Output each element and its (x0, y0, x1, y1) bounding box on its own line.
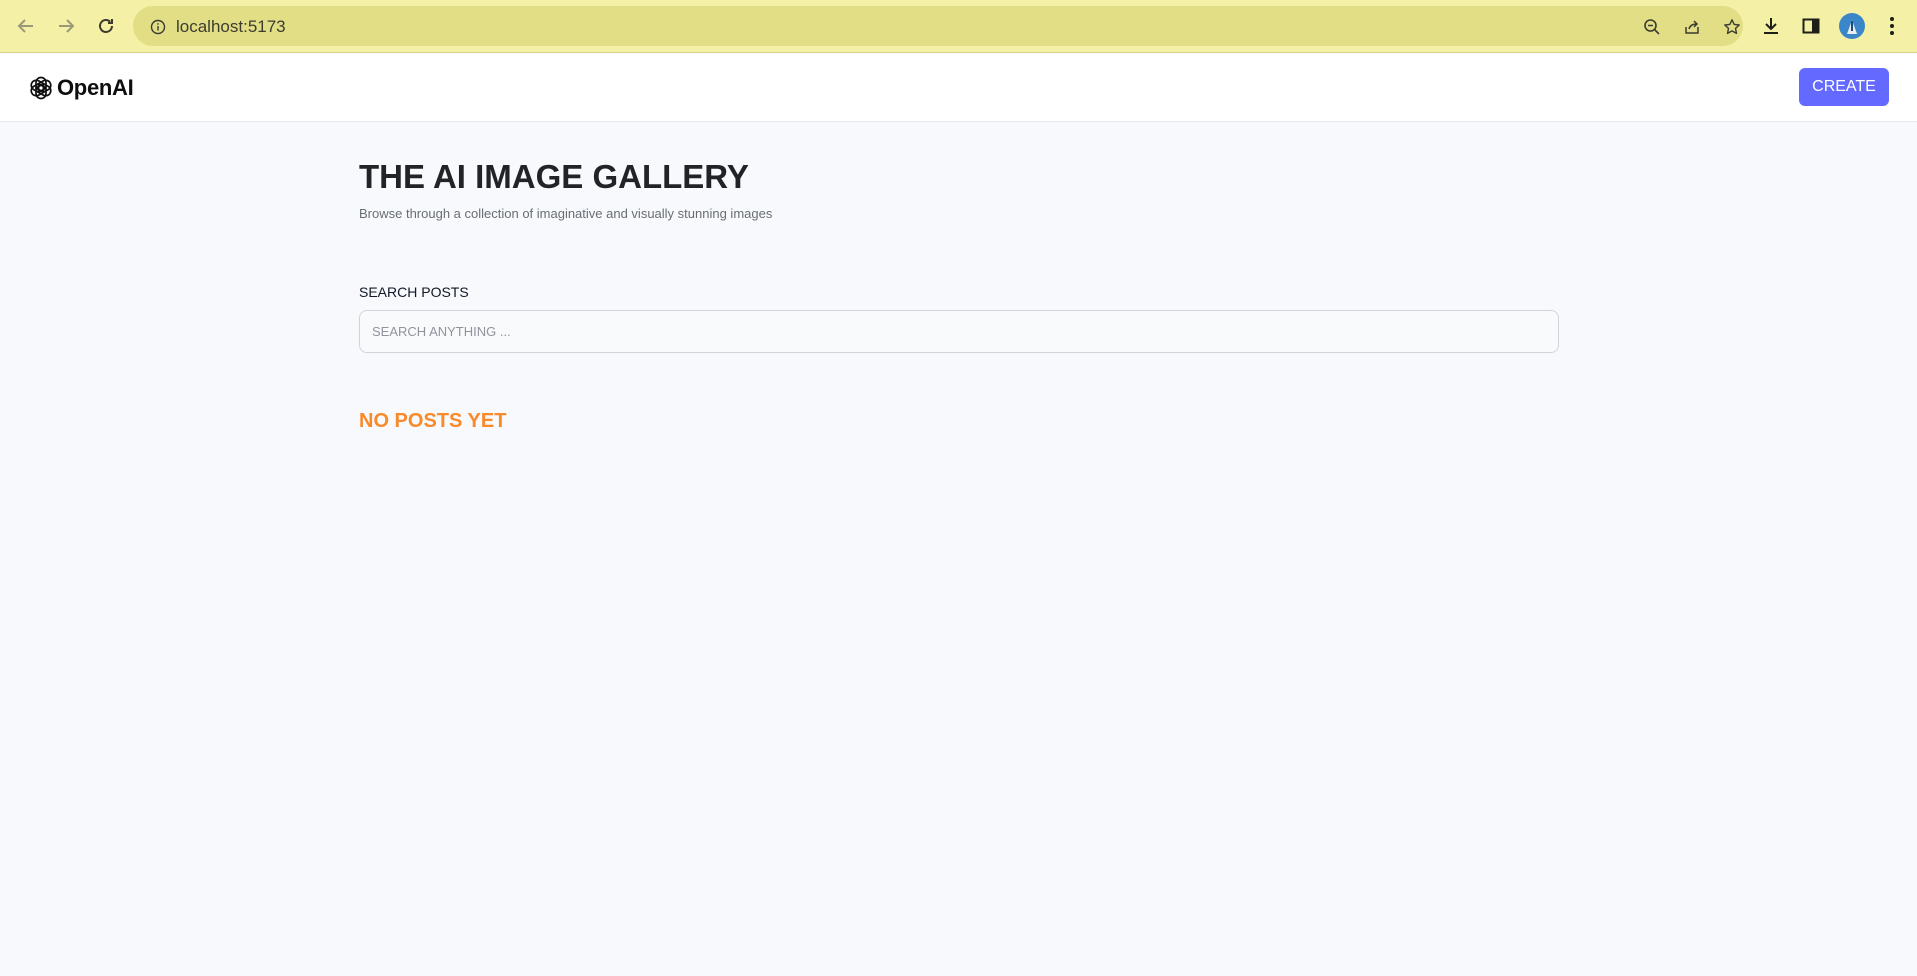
logo-text: OpenAI (57, 75, 134, 100)
back-button[interactable] (11, 11, 41, 41)
page-title: THE AI IMAGE GALLERY (359, 158, 749, 195)
arrow-left-icon (17, 19, 33, 33)
info-icon[interactable] (147, 16, 169, 38)
empty-state-message: NO POSTS YET (359, 410, 507, 432)
browser-toolbar: localhost:5173 (0, 0, 1917, 53)
logo-link[interactable]: OpenAI (28, 71, 134, 105)
app-header: OpenAI CREATE (0, 54, 1917, 122)
search-input[interactable] (359, 310, 1559, 353)
star-icon[interactable] (1721, 16, 1743, 38)
create-button[interactable]: CREATE (1799, 68, 1889, 106)
openai-logo-icon (30, 76, 52, 100)
url-text[interactable]: localhost:5173 (176, 17, 286, 37)
side-panel-icon[interactable] (1797, 12, 1825, 40)
share-icon[interactable] (1681, 16, 1703, 38)
search-label: SEARCH POSTS (359, 284, 469, 300)
address-bar[interactable]: localhost:5173 (133, 6, 1743, 46)
download-icon[interactable] (1757, 12, 1785, 40)
reload-icon (99, 19, 113, 33)
arrow-right-icon (59, 19, 75, 33)
forward-button[interactable] (51, 11, 81, 41)
avatar[interactable] (1838, 12, 1866, 40)
zoom-out-icon[interactable] (1641, 16, 1663, 38)
page-subtitle: Browse through a collection of imaginati… (359, 206, 773, 221)
reload-button[interactable] (91, 11, 121, 41)
kebab-menu-icon[interactable] (1878, 12, 1906, 40)
